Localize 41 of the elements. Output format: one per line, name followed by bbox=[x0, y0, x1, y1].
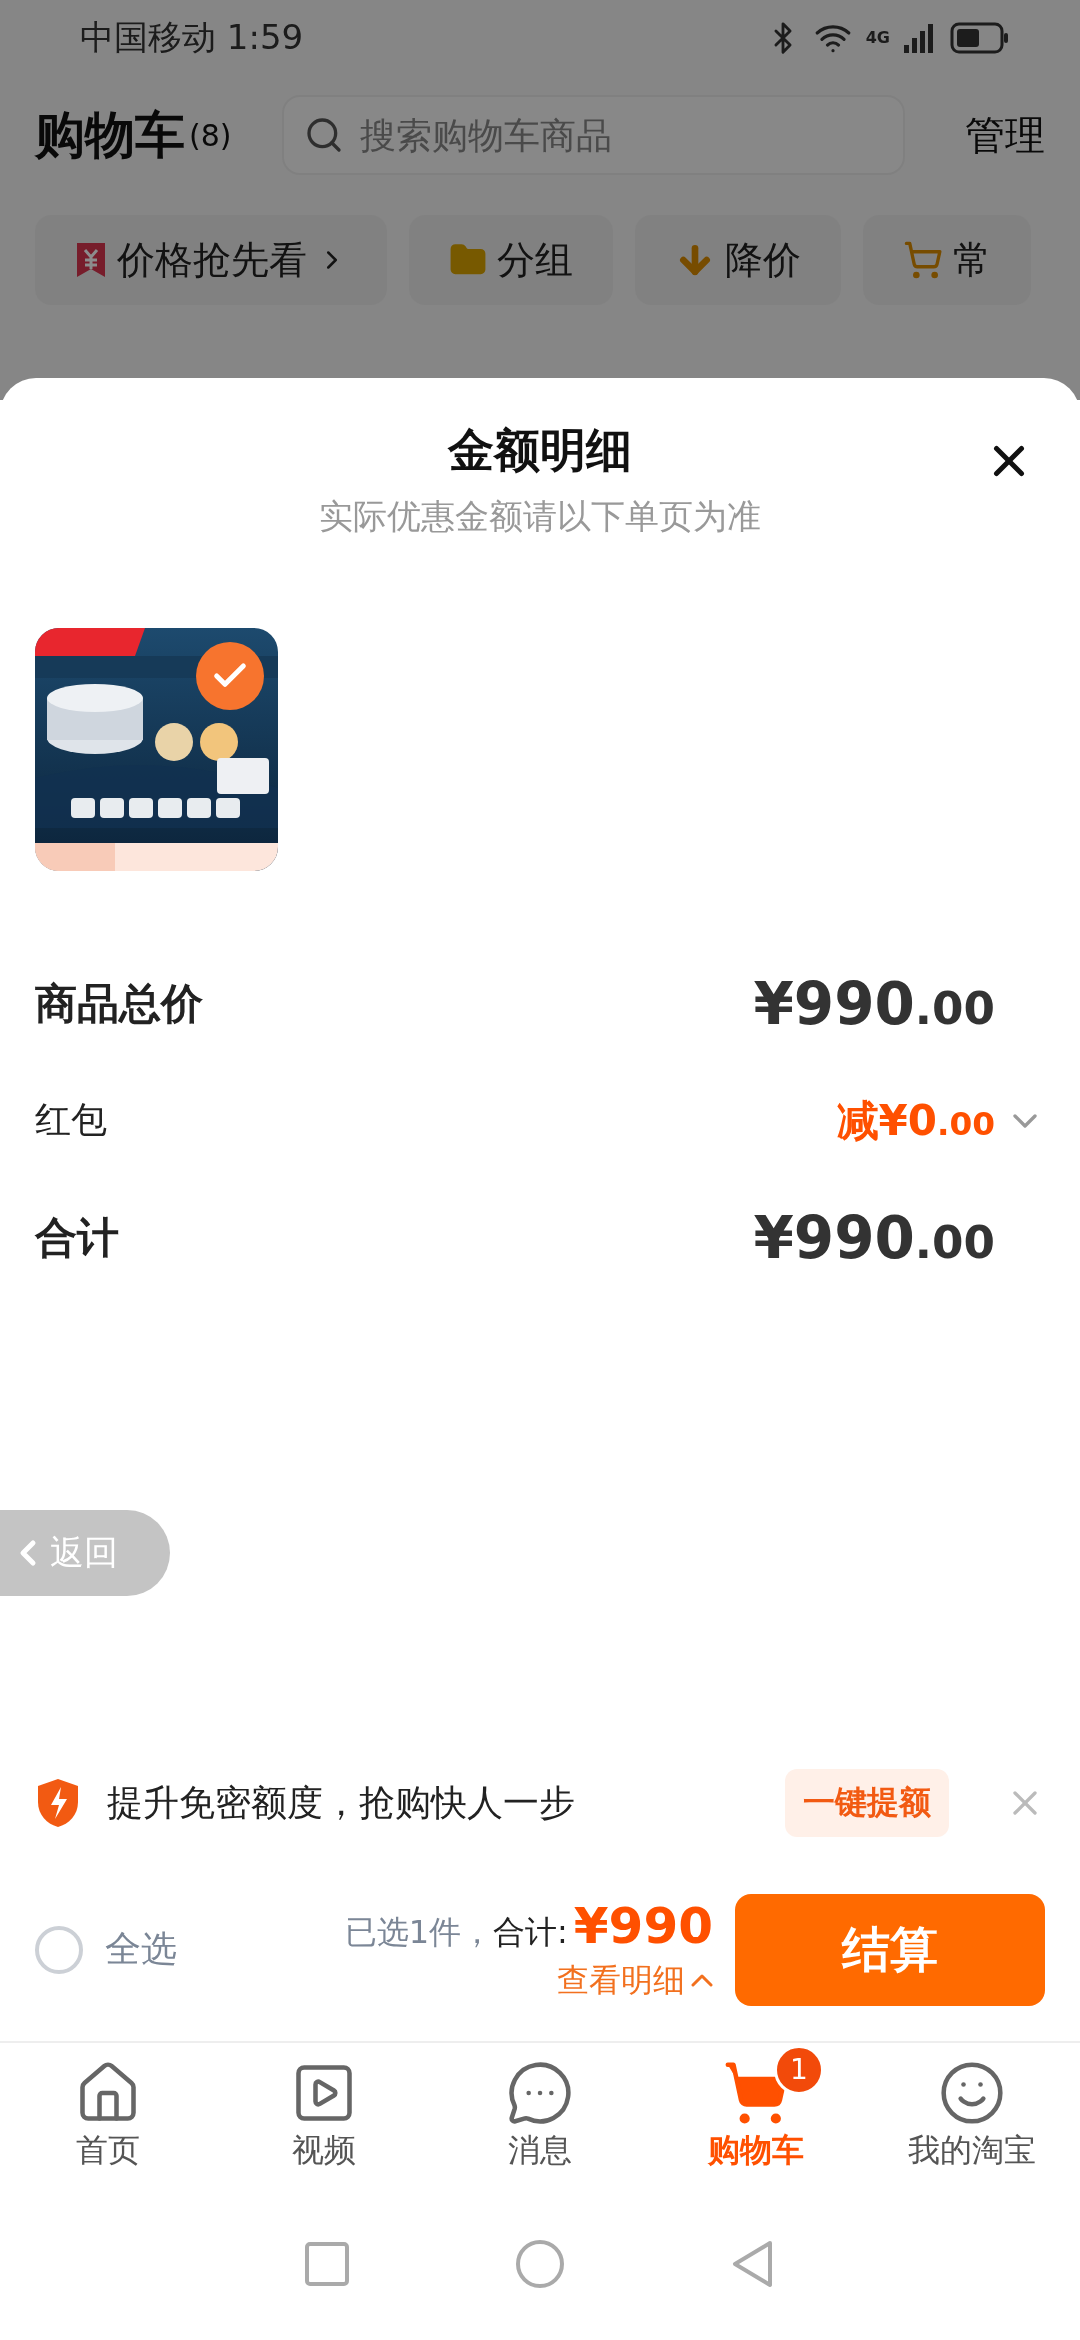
network-label: 4G bbox=[865, 28, 890, 47]
carrier-time: 中国移动 1:59 bbox=[80, 15, 304, 59]
chevron-up-icon bbox=[691, 1974, 713, 1987]
shield-lightning-icon bbox=[35, 1777, 81, 1829]
price-value: ¥990.00 bbox=[753, 969, 995, 1038]
price-value: ¥990.00 bbox=[753, 1203, 995, 1272]
filter-chip[interactable]: 降价 bbox=[635, 215, 841, 305]
cart-icon bbox=[903, 240, 943, 280]
selected-count: 已选1件， bbox=[344, 1911, 494, 1953]
tab-item[interactable]: 1 购物车 bbox=[648, 2043, 864, 2188]
raise-limit-button[interactable]: 一键提额 bbox=[785, 1769, 949, 1837]
filter-chip[interactable]: 价格抢先看 bbox=[35, 215, 387, 305]
signal-icon bbox=[904, 22, 936, 53]
filter-chip[interactable]: 分组 bbox=[409, 215, 613, 305]
details-link[interactable]: 查看明细 bbox=[557, 1958, 713, 2003]
sheet-title: 金额明细 bbox=[448, 422, 632, 479]
home-button-icon[interactable] bbox=[515, 2239, 565, 2289]
total-price: ¥990 bbox=[573, 1896, 713, 1955]
checkout-button[interactable]: 结算 bbox=[735, 1893, 1045, 2006]
select-all-checkbox[interactable] bbox=[35, 1925, 83, 1974]
search-input[interactable]: 搜索购物车商品 bbox=[357, 113, 883, 157]
tab-item[interactable]: 消息 bbox=[432, 2043, 648, 2188]
battery-icon bbox=[950, 21, 1010, 54]
tab-item[interactable]: 我的淘宝 bbox=[864, 2043, 1080, 2188]
page-title: 购物车 bbox=[35, 104, 185, 166]
promo-text: 提升免密额度，抢购快人一步 bbox=[107, 1780, 576, 1825]
total-label: 合计: bbox=[493, 1911, 568, 1953]
item-count: (8) bbox=[189, 117, 232, 153]
recents-icon[interactable] bbox=[304, 2241, 350, 2287]
manage-link[interactable]: 管理 bbox=[965, 107, 1045, 163]
tab-item[interactable]: 首页 bbox=[0, 2043, 216, 2188]
filter-chip[interactable]: 常 bbox=[863, 215, 1031, 305]
price-tag-icon bbox=[75, 241, 107, 279]
price-value: 减¥0.00 bbox=[836, 1094, 995, 1147]
tab-item[interactable]: 视频 bbox=[216, 2043, 432, 2188]
select-all-label: 全选 bbox=[105, 1927, 177, 1971]
row-label: 商品总价 bbox=[35, 977, 203, 1030]
search-field[interactable]: 搜索购物车商品 bbox=[281, 95, 905, 175]
row-label: 红包 bbox=[35, 1098, 107, 1142]
sheet-subtitle: 实际优惠金额请以下单页为准 bbox=[319, 495, 761, 538]
row-label: 合计 bbox=[35, 1211, 119, 1264]
